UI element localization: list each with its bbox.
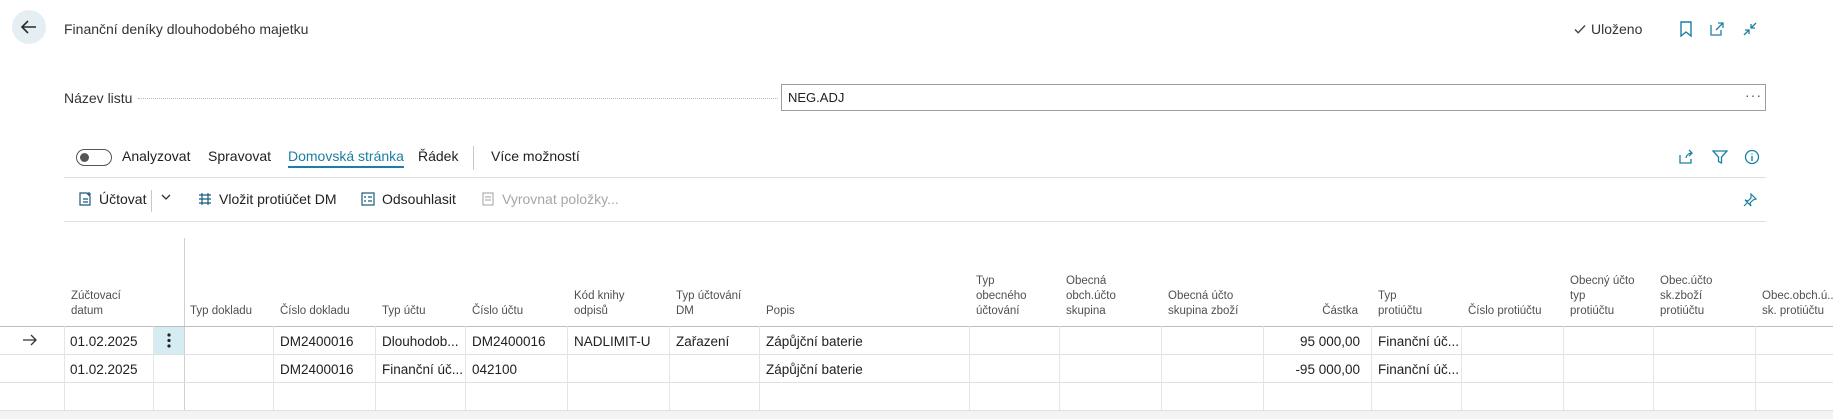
tab-line[interactable]: Řádek bbox=[418, 148, 458, 164]
cell-account-type[interactable]: Finanční úč... bbox=[382, 362, 470, 377]
col-header-depr-book[interactable]: Kód knihy odpisů bbox=[574, 289, 625, 319]
col-header-amount[interactable]: Částka bbox=[1272, 304, 1358, 319]
col-header-bal-account-no[interactable]: Číslo protiúčtu bbox=[1468, 304, 1542, 319]
col-header-account-no[interactable]: Číslo účtu bbox=[472, 304, 523, 319]
reconcile-button[interactable]: Odsouhlasit bbox=[360, 191, 456, 207]
cell-doc-no[interactable]: DM2400016 bbox=[280, 362, 354, 377]
check-icon bbox=[1574, 25, 1586, 34]
post-split-separator bbox=[151, 190, 152, 212]
cell-bal-account-type[interactable]: Finanční úč... bbox=[1378, 362, 1460, 377]
cell-doc-no[interactable]: DM2400016 bbox=[280, 334, 354, 349]
back-button[interactable] bbox=[12, 10, 46, 44]
header-row-line bbox=[0, 326, 1833, 327]
apply-entries-label: Vyrovnat položky... bbox=[502, 191, 619, 207]
col-line bbox=[969, 326, 970, 410]
saved-label: Uloženo bbox=[1591, 21, 1643, 37]
journal-grid: Zúčtovací datum Typ dokladu Číslo dokladu… bbox=[0, 238, 1833, 419]
cell-account-no[interactable]: 042100 bbox=[472, 362, 517, 377]
col-line bbox=[1059, 326, 1060, 410]
cell-bal-account-type[interactable]: Finanční úč... bbox=[1378, 334, 1460, 349]
row-actions-button[interactable] bbox=[154, 327, 184, 354]
arrow-left-icon bbox=[20, 20, 36, 34]
label-leader-dots bbox=[138, 98, 778, 99]
apply-entries-icon bbox=[482, 192, 494, 206]
col-line bbox=[64, 326, 65, 410]
col-header-bal-gen-bus-group[interactable]: Obec.obch.ú... sk. protiúčtu bbox=[1762, 289, 1833, 319]
col-header-gen-prod-group[interactable]: Obecná účto skupina zboží bbox=[1168, 289, 1238, 319]
col-header-description[interactable]: Popis bbox=[766, 304, 795, 319]
batch-name-input[interactable]: NEG.ADJ bbox=[781, 84, 1766, 111]
post-button[interactable]: Účtovat bbox=[77, 191, 146, 207]
saved-status: Uloženo bbox=[1573, 21, 1642, 37]
post-label: Účtovat bbox=[99, 191, 147, 207]
balancing-icon bbox=[199, 193, 211, 205]
col-line bbox=[567, 326, 568, 410]
col-line bbox=[1371, 326, 1372, 410]
col-line bbox=[1161, 326, 1162, 410]
col-header-doc-type[interactable]: Typ dokladu bbox=[190, 304, 252, 319]
col-line bbox=[273, 326, 274, 410]
apply-entries-button[interactable]: Vyrovnat položky... bbox=[480, 191, 619, 207]
row-line-1 bbox=[0, 354, 1833, 355]
tab-manage[interactable]: Spravovat bbox=[208, 148, 271, 164]
col-line bbox=[1563, 326, 1564, 410]
col-header-gen-bus-group[interactable]: Obecná obch.účto skupina bbox=[1066, 274, 1116, 319]
insert-balancing-button[interactable]: Vložit protiúčet DM bbox=[197, 191, 336, 207]
post-icon bbox=[79, 192, 91, 206]
cell-account-type[interactable]: Dlouhodob... bbox=[382, 334, 470, 349]
col-header-bal-account-type[interactable]: Typ protiúčtu bbox=[1378, 289, 1422, 319]
page-title: Finanční deníky dlouhodobého majetku bbox=[64, 21, 309, 37]
pin-icon[interactable] bbox=[1741, 191, 1759, 209]
cell-amount[interactable]: 95 000,00 bbox=[1266, 334, 1360, 349]
cell-account-no[interactable]: DM2400016 bbox=[472, 334, 546, 349]
cell-posting-date[interactable]: 01.02.2025 bbox=[70, 334, 138, 349]
col-header-bal-gen-posting-type[interactable]: Obecný účto typ protiúčtu bbox=[1570, 274, 1635, 319]
cell-description[interactable]: Zápůjční baterie bbox=[766, 334, 863, 349]
col-line bbox=[375, 326, 376, 410]
action-separator bbox=[473, 146, 474, 170]
batch-name-label: Název listu bbox=[64, 90, 133, 106]
more-options-button[interactable]: Více možností bbox=[491, 148, 580, 164]
col-header-gen-posting-type[interactable]: Typ obecného účtování bbox=[976, 274, 1027, 319]
chevron-down-icon bbox=[161, 194, 171, 200]
col-line bbox=[1263, 326, 1264, 410]
col-header-doc-no[interactable]: Číslo dokladu bbox=[280, 304, 350, 319]
actionbar-divider bbox=[64, 177, 1766, 178]
checklist-icon bbox=[361, 192, 375, 206]
post-dropdown-button[interactable] bbox=[160, 191, 172, 203]
col-header-bal-gen-prod-group[interactable]: Obec.účto sk.zboží protiúčtu bbox=[1660, 274, 1712, 319]
frozen-column-divider bbox=[184, 238, 185, 419]
col-header-fa-posting-type[interactable]: Typ účtování DM bbox=[676, 289, 741, 319]
col-line bbox=[1653, 326, 1654, 410]
insert-balancing-label: Vložit protiúčet DM bbox=[219, 191, 337, 207]
cell-amount[interactable]: -95 000,00 bbox=[1266, 362, 1360, 377]
reconcile-label: Odsouhlasit bbox=[382, 191, 456, 207]
col-header-account-type[interactable]: Typ účtu bbox=[382, 304, 425, 319]
row-line-2 bbox=[0, 382, 1833, 383]
analyze-toggle[interactable] bbox=[76, 149, 112, 166]
col-line bbox=[1755, 326, 1756, 410]
batch-lookup-button[interactable]: ··· bbox=[1745, 87, 1762, 103]
filter-icon[interactable] bbox=[1711, 148, 1729, 166]
more-vertical-icon bbox=[167, 333, 171, 348]
bookmark-icon[interactable] bbox=[1677, 20, 1695, 38]
share-icon[interactable] bbox=[1677, 148, 1695, 166]
col-line bbox=[1461, 326, 1462, 410]
col-line bbox=[669, 326, 670, 410]
col-header-posting-date[interactable]: Zúčtovací datum bbox=[71, 289, 121, 319]
horizontal-scrollbar[interactable] bbox=[0, 411, 1833, 419]
info-icon[interactable] bbox=[1743, 148, 1761, 166]
cell-description[interactable]: Zápůjční baterie bbox=[766, 362, 863, 377]
col-line bbox=[759, 326, 760, 410]
tab-home[interactable]: Domovská stránka bbox=[288, 148, 404, 168]
cell-fa-posting-type[interactable]: Zařazení bbox=[676, 334, 729, 349]
commandbar-divider bbox=[64, 221, 1766, 222]
collapse-icon[interactable] bbox=[1741, 20, 1759, 38]
cell-posting-date[interactable]: 01.02.2025 bbox=[70, 362, 138, 377]
cell-depr-book[interactable]: NADLIMIT-U bbox=[574, 334, 651, 349]
analyze-label: Analyzovat bbox=[122, 148, 191, 164]
current-row-arrow-icon bbox=[22, 333, 38, 347]
open-new-window-icon[interactable] bbox=[1708, 20, 1726, 38]
